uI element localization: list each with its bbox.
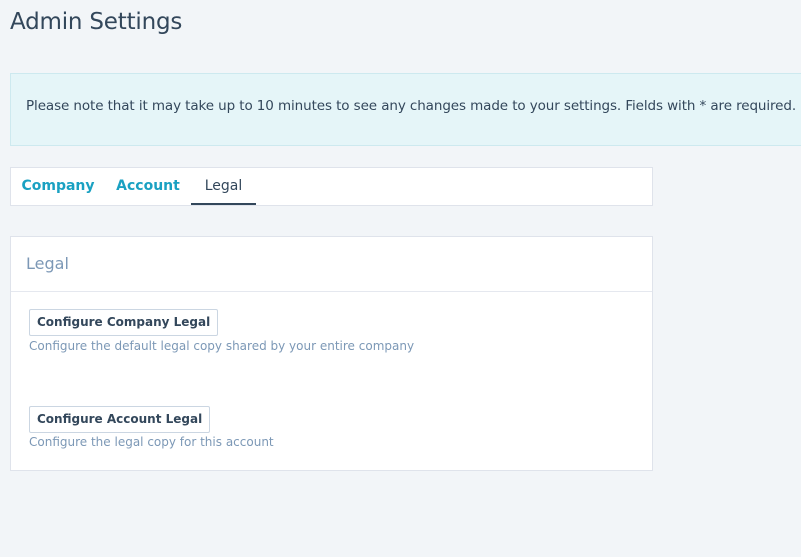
configure-account-legal-button[interactable]: Configure Account Legal	[29, 406, 211, 433]
notice-text: Please note that it may take up to 10 mi…	[26, 98, 797, 114]
tab-company[interactable]: Company	[11, 168, 105, 205]
legal-panel-header: Legal	[11, 237, 652, 292]
page-title: Admin Settings	[10, 9, 183, 35]
settings-tabs: Company Account Legal	[10, 167, 653, 206]
configure-company-legal-button[interactable]: Configure Company Legal	[29, 309, 219, 336]
tab-account[interactable]: Account	[105, 168, 191, 205]
legal-panel-title: Legal	[26, 254, 69, 273]
info-notice: Please note that it may take up to 10 mi…	[10, 73, 801, 146]
company-legal-help-text: Configure the default legal copy shared …	[29, 339, 415, 353]
legal-panel: Legal Configure Company Legal Configure …	[10, 236, 653, 471]
tab-legal[interactable]: Legal	[191, 168, 256, 205]
account-legal-help-text: Configure the legal copy for this accoun…	[29, 435, 274, 449]
